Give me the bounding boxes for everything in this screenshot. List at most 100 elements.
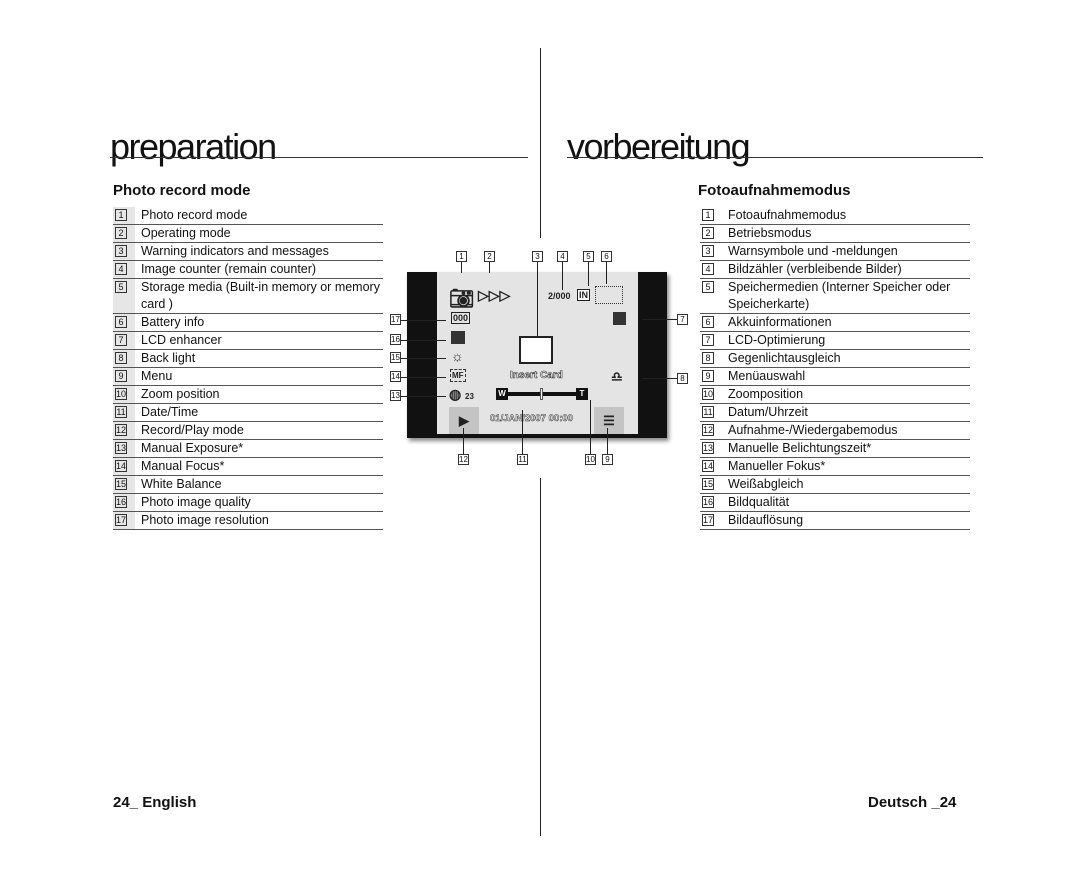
legend-number: 10 (113, 386, 135, 403)
legend-text: Manual Exposure* (141, 441, 244, 455)
legend-number: 17 (700, 512, 722, 529)
callout-number: 1 (456, 251, 467, 262)
legend-text: White Balance (141, 477, 222, 491)
legend-number: 13 (700, 440, 722, 457)
callout-line (463, 428, 464, 454)
callout-line (401, 358, 446, 359)
callout-number: 3 (532, 251, 543, 262)
callout-number: 4 (557, 251, 568, 262)
legend-number: 10 (700, 386, 722, 403)
legend-number: 5 (113, 279, 135, 313)
legend-number-box: 11 (702, 406, 714, 418)
legend-row: 4 Image counter (remain counter) (113, 261, 383, 279)
legend-number: 16 (113, 494, 135, 511)
callout-number: 17 (390, 314, 401, 325)
legend-row: 13 Manual Exposure* (113, 440, 383, 458)
quality-icon (451, 331, 465, 344)
record-play-mode-button[interactable]: ▶ (449, 407, 479, 434)
callout-line (642, 378, 677, 379)
legend-row: 10 Zoomposition (700, 386, 970, 404)
legend-row: 12 Aufnahme-/Wiedergabemodus (700, 422, 970, 440)
legend-text: Operating mode (141, 226, 231, 240)
callout-number: 2 (484, 251, 495, 262)
legend-number-box: 1 (115, 209, 127, 221)
left-subtitle: Photo record mode (113, 182, 251, 199)
callout-line (537, 262, 538, 337)
menu-button[interactable]: ☰ (594, 407, 624, 434)
legend-text: Warnsymbole und -meldungen (728, 244, 898, 258)
legend-text: Menu (141, 369, 173, 383)
legend-text: Aufnahme-/Wiedergabemodus (728, 423, 898, 437)
legend-number: 11 (700, 404, 722, 421)
legend-number-box: 2 (702, 227, 714, 239)
zoom-wide-label: W (496, 388, 508, 400)
legend-row: 13 Manuelle Belichtungszeit* (700, 440, 970, 458)
legend-text: Photo image resolution (141, 513, 269, 527)
callout-line (562, 262, 563, 290)
legend-text: Manuelle Belichtungszeit* (728, 441, 872, 455)
legend-number: 3 (700, 243, 722, 260)
legend-row: 3 Warning indicators and messages (113, 243, 383, 261)
right-subtitle: Fotoaufnahmemodus (698, 182, 851, 199)
legend-number-box: 12 (115, 424, 127, 436)
legend-text: Photo record mode (141, 208, 248, 222)
date-time: 01/JAN/2007 00:00 (490, 413, 573, 425)
legend-text: Gegenlichtausgleich (728, 351, 841, 365)
manual-exposure-icon: ◍ (449, 386, 462, 402)
legend-number: 12 (113, 422, 135, 439)
callout-number: 16 (390, 334, 401, 345)
white-balance-icon: ☼ (451, 348, 464, 364)
legend-number: 1 (700, 207, 722, 224)
callout-number: 6 (601, 251, 612, 262)
left-page-footer: 24_ English (113, 794, 197, 811)
callout-line (522, 410, 523, 454)
legend-number-box: 1 (702, 209, 714, 221)
legend-text: Speichermedien (Interner Speicher oder S… (728, 280, 951, 311)
legend-number-box: 5 (115, 281, 127, 293)
legend-number: 13 (113, 440, 135, 457)
zoom-position-indicator (540, 388, 543, 400)
legend-number-box: 11 (115, 406, 127, 418)
callout-number: 12 (458, 454, 469, 465)
back-light-icon: ♎︎ (611, 369, 623, 384)
legend-row: 6 Battery info (113, 314, 383, 332)
callout-line (607, 428, 608, 454)
legend-number-box: 9 (115, 370, 127, 382)
legend-number-box: 8 (702, 352, 714, 364)
left-legend-list: 1 Photo record mode 2 Operating mode 3 Warnin… (113, 207, 383, 530)
callout-number: 11 (517, 454, 528, 465)
battery-icon (595, 286, 623, 304)
legend-number: 2 (700, 225, 722, 242)
legend-row: 11 Datum/Uhrzeit (700, 404, 970, 422)
callout-number: 7 (677, 314, 688, 325)
legend-row: 1 Fotoaufnahmemodus (700, 207, 970, 225)
callout-line (401, 320, 446, 321)
right-title-rule (567, 157, 983, 158)
legend-number-box: 9 (702, 370, 714, 382)
callout-number: 10 (585, 454, 596, 465)
legend-number: 3 (113, 243, 135, 260)
legend-number: 9 (700, 368, 722, 385)
legend-text: Datum/Uhrzeit (728, 405, 808, 419)
legend-text: Date/Time (141, 405, 199, 419)
callout-number: 13 (390, 390, 401, 401)
manual-focus-icon: MF (450, 369, 466, 382)
legend-number-box: 7 (702, 334, 714, 346)
legend-row: 12 Record/Play mode (113, 422, 383, 440)
legend-row: 14 Manueller Fokus* (700, 458, 970, 476)
operating-mode-icon: ▷▷▷ (478, 287, 511, 303)
legend-text: Manueller Fokus* (728, 459, 826, 473)
insert-card-icon (519, 336, 553, 364)
camera-icon: 📷︎ (449, 288, 475, 310)
legend-number: 8 (113, 350, 135, 367)
legend-number: 15 (113, 476, 135, 493)
legend-text: Record/Play mode (141, 423, 244, 437)
legend-number-box: 4 (702, 263, 714, 275)
legend-number-box: 3 (115, 245, 127, 257)
legend-number: 2 (113, 225, 135, 242)
legend-number-box: 13 (702, 442, 714, 454)
legend-number: 16 (700, 494, 722, 511)
legend-row: 2 Betriebsmodus (700, 225, 970, 243)
center-divider-bottom (540, 478, 541, 836)
legend-text: Photo image quality (141, 495, 251, 509)
